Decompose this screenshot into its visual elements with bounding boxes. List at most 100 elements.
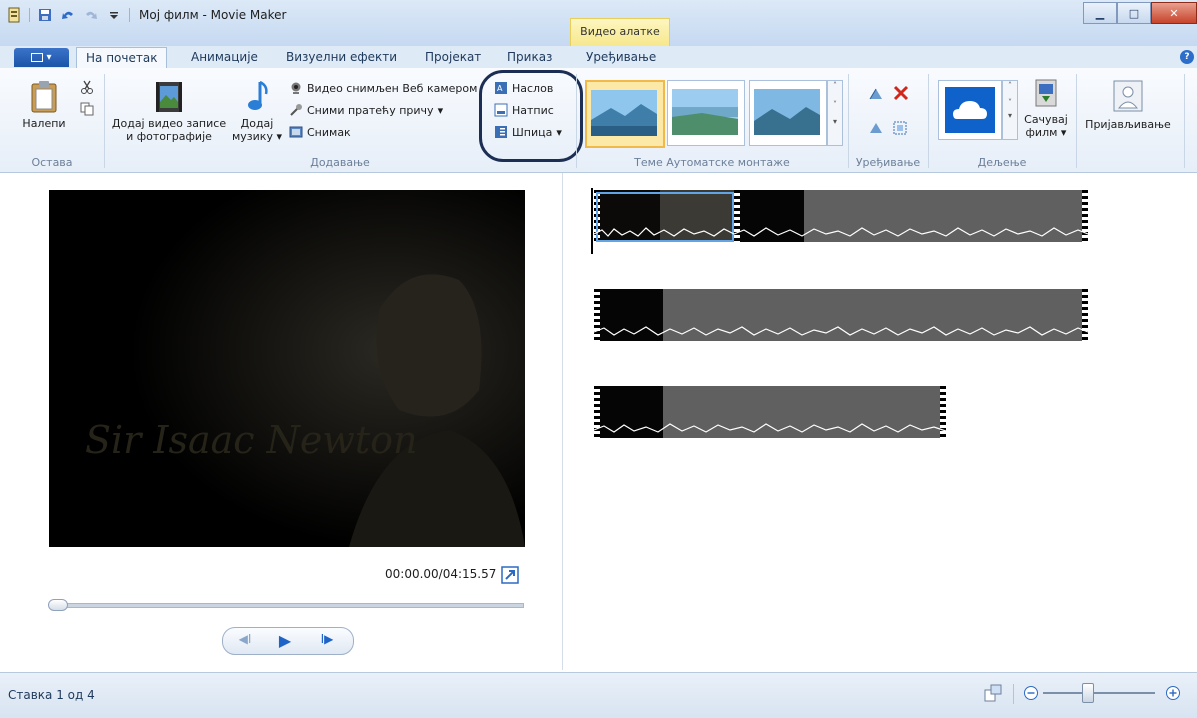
- audio-waveform: [594, 227, 1088, 237]
- tab-home[interactable]: На почетак: [76, 47, 168, 69]
- snapshot-icon: [289, 126, 303, 138]
- save-icon[interactable]: [37, 7, 53, 23]
- qat-separator: [129, 8, 130, 22]
- sharing-group-label: Дељење: [977, 156, 1027, 169]
- zoom-slider-thumb[interactable]: [1082, 683, 1094, 703]
- snapshot-button[interactable]: Снимак: [289, 123, 351, 141]
- theme-thumbnail-3[interactable]: [749, 80, 827, 146]
- qat-separator: [29, 8, 30, 22]
- save-movie-button[interactable]: Сачувај филм ▾: [1022, 78, 1070, 139]
- record-narration-button[interactable]: Сними пратећу причу ▾: [289, 101, 443, 119]
- onedrive-icon: [945, 87, 995, 133]
- storyboard-clip-row-2[interactable]: [594, 289, 1088, 341]
- cut-icon[interactable]: [80, 80, 94, 94]
- onedrive-share-button[interactable]: [938, 80, 1002, 140]
- scroll-down-icon[interactable]: ˅: [1003, 98, 1017, 107]
- add-videos-label-2: и фотографије: [126, 130, 212, 143]
- previous-frame-button[interactable]: ◀Ⅰ: [230, 632, 260, 650]
- pane-divider: [562, 173, 563, 670]
- save-movie-icon: [1035, 79, 1057, 107]
- storyboard-clip-row-1[interactable]: [594, 190, 1088, 242]
- preview-time: 00:00.00/04:15.57: [385, 567, 497, 581]
- paste-button[interactable]: Налепи: [22, 80, 66, 130]
- remove-icon[interactable]: [892, 84, 910, 102]
- playhead: [591, 188, 593, 254]
- close-button[interactable]: ✕: [1151, 2, 1197, 24]
- customize-qat-icon[interactable]: [106, 7, 122, 23]
- window-controls: ▁ □ ✕: [1083, 2, 1197, 24]
- quick-access-toolbar: [6, 4, 130, 26]
- zoom-out-icon[interactable]: [1023, 685, 1039, 701]
- add-group-label: Додавање: [310, 156, 370, 169]
- maximize-icon: □: [1128, 6, 1140, 20]
- paste-label: Налепи: [22, 117, 66, 130]
- highlight-circle: [479, 70, 583, 162]
- group-separator: [848, 74, 849, 168]
- webcam-video-button[interactable]: Видео снимљен Веб камером: [289, 79, 477, 97]
- tab-animations[interactable]: Анимације: [191, 50, 258, 68]
- video-preview[interactable]: Sir Isaac Newton: [49, 190, 525, 547]
- theme-thumbnail-2[interactable]: [667, 80, 745, 146]
- audio-waveform: [594, 326, 1088, 336]
- fullscreen-icon[interactable]: [501, 566, 519, 584]
- seek-thumb[interactable]: [48, 599, 68, 611]
- app-icon[interactable]: [6, 7, 22, 23]
- rotate-right-icon[interactable]: [868, 120, 884, 136]
- video-tools-context-label: Видео алатке: [570, 18, 670, 47]
- expand-gallery-icon[interactable]: ▾: [828, 117, 842, 126]
- tab-project[interactable]: Пројекат: [425, 50, 481, 68]
- theme-thumbnail-1[interactable]: [585, 80, 665, 148]
- group-separator: [1076, 74, 1077, 168]
- theme-landscape-image: [591, 90, 657, 136]
- group-separator: [104, 74, 105, 168]
- rotate-left-icon[interactable]: [868, 86, 884, 102]
- minimize-button[interactable]: ▁: [1083, 2, 1117, 24]
- next-frame-icon: Ⅰ▶: [320, 632, 334, 646]
- undo-icon[interactable]: [60, 7, 76, 23]
- film-photo-icon: [156, 82, 182, 112]
- file-menu-button[interactable]: ▾: [14, 48, 69, 67]
- zoom-slider[interactable]: [1043, 692, 1155, 694]
- close-icon: ✕: [1169, 6, 1179, 20]
- next-frame-button[interactable]: Ⅰ▶: [310, 632, 344, 650]
- expand-gallery-icon[interactable]: ▾: [1003, 111, 1017, 120]
- status-bar: [0, 672, 1197, 718]
- add-music-label-1: Додај: [240, 117, 274, 130]
- help-icon[interactable]: ?: [1180, 50, 1194, 64]
- seek-bar[interactable]: [52, 603, 524, 608]
- tab-visual-effects[interactable]: Визуелни ефекти: [286, 50, 397, 68]
- sign-in-label: Пријављивање: [1085, 118, 1171, 131]
- scroll-up-icon[interactable]: ˄: [828, 81, 842, 90]
- save-movie-label-1: Сачувај: [1024, 113, 1068, 126]
- status-item-text: Ставка 1 од 4: [8, 688, 95, 702]
- tab-view[interactable]: Приказ: [507, 50, 552, 68]
- scroll-down-icon[interactable]: ˅: [828, 100, 842, 109]
- status-separator: [1013, 684, 1014, 704]
- add-music-label-2: музику ▾: [232, 130, 282, 143]
- user-icon: [1113, 80, 1143, 112]
- play-icon: ▶: [278, 631, 292, 650]
- select-all-icon[interactable]: [892, 120, 908, 136]
- webcam-icon: [291, 82, 301, 94]
- sign-in-button[interactable]: Пријављивање: [1080, 80, 1176, 131]
- scroll-up-icon[interactable]: ˄: [1003, 81, 1017, 90]
- audio-waveform: [594, 423, 946, 433]
- play-button[interactable]: ▶: [268, 631, 302, 650]
- webcam-label: Видео снимљен Веб камером: [307, 81, 478, 95]
- share-gallery-scroll[interactable]: ˄ ˅ ▾: [1002, 80, 1018, 140]
- copy-icon[interactable]: [80, 102, 94, 116]
- storyboard-clip-row-3[interactable]: [594, 386, 946, 438]
- add-music-button[interactable]: Додај музику ▾: [232, 80, 282, 143]
- redo-icon[interactable]: [83, 7, 99, 23]
- zoom-in-icon[interactable]: [1165, 685, 1181, 701]
- thumbnail-size-icon[interactable]: [984, 684, 1002, 702]
- previous-frame-icon: ◀Ⅰ: [238, 632, 252, 646]
- clipboard-group-label: Остава: [31, 156, 73, 169]
- add-videos-photos-button[interactable]: Додај видео записе и фотографије: [108, 80, 230, 143]
- tab-edit[interactable]: Уређивање: [586, 50, 656, 68]
- microphone-icon: [290, 104, 302, 116]
- music-note-icon: [248, 80, 268, 110]
- maximize-button[interactable]: □: [1117, 2, 1151, 24]
- theme-gallery-scroll[interactable]: ˄ ˅ ▾: [827, 80, 843, 146]
- window-title: Мој филм - Movie Maker: [139, 8, 287, 22]
